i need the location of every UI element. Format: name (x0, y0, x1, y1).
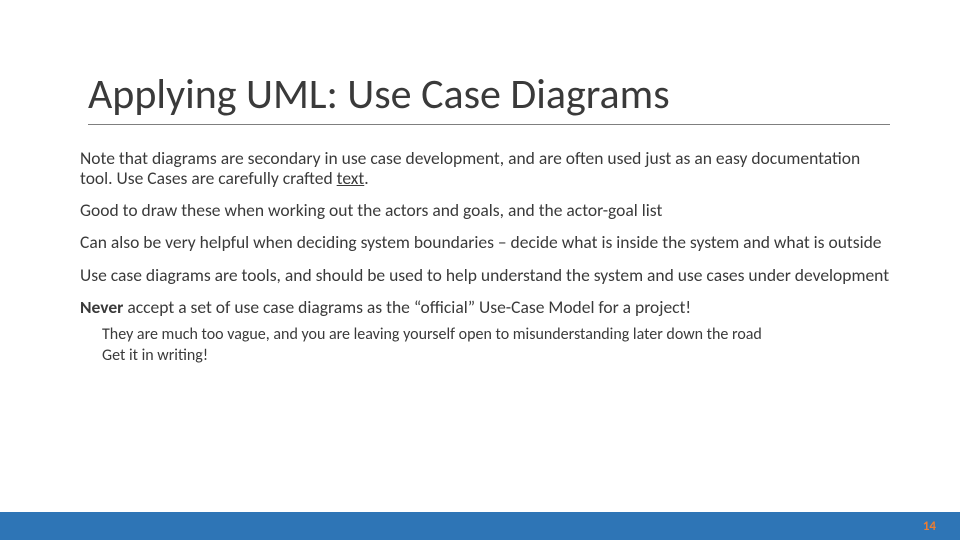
paragraph-1-pre: Note that diagrams are secondary in use … (80, 147, 860, 189)
sub-bullet-2: Get it in writing! (102, 346, 890, 365)
paragraph-5: Never accept a set of use case diagrams … (80, 297, 890, 317)
paragraph-4: Use case diagrams are tools, and should … (80, 265, 890, 285)
page-number: 14 (923, 519, 936, 534)
paragraph-2: Good to draw these when working out the … (80, 200, 890, 220)
paragraph-3: Can also be very helpful when deciding s… (80, 232, 890, 252)
paragraph-5-bold: Never (80, 296, 123, 318)
footer-bar (0, 512, 960, 540)
sub-bullets: They are much too vague, and you are lea… (102, 325, 890, 365)
paragraph-1-underlined: text (337, 167, 365, 189)
sub-bullet-1: They are much too vague, and you are lea… (102, 325, 890, 344)
slide-body: Note that diagrams are secondary in use … (80, 148, 890, 367)
slide-title: Applying UML: Use Case Diagrams (88, 72, 890, 125)
paragraph-1-post: . (364, 167, 368, 189)
slide: Applying UML: Use Case Diagrams Note tha… (0, 0, 960, 540)
paragraph-5-rest: accept a set of use case diagrams as the… (123, 296, 691, 318)
paragraph-1: Note that diagrams are secondary in use … (80, 148, 890, 188)
